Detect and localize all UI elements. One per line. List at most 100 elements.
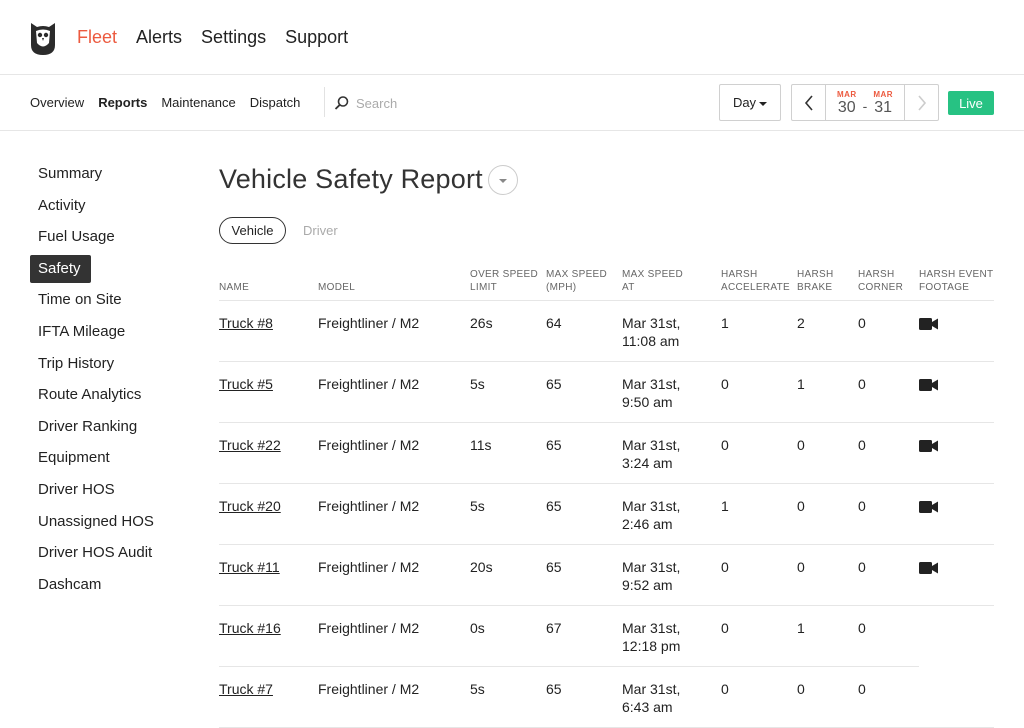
range-end-day: 31: [874, 98, 893, 116]
nav-support[interactable]: Support: [285, 26, 348, 48]
harsh-corner-value: 0: [858, 315, 866, 331]
harsh-corner-value: 0: [858, 620, 866, 636]
vehicle-name-link[interactable]: Truck #22: [219, 436, 281, 454]
vehicle-model: Freightliner / M2: [318, 376, 420, 392]
sidebar-item-trip-history[interactable]: Trip History: [30, 350, 190, 378]
over-speed-value: 5s: [470, 498, 485, 514]
table-body: Truck #8 Freightliner / M2 26s 64 Mar 31…: [219, 301, 994, 728]
table-row: Truck #7 Freightliner / M2 5s 65 Mar 31s…: [219, 667, 994, 728]
vehicle-model: Freightliner / M2: [318, 559, 420, 575]
header-max-speed[interactable]: MAX SPEED (MPH): [546, 268, 612, 294]
report-switcher-button[interactable]: [488, 165, 518, 195]
header-harsh-corner[interactable]: HARSH CORNER: [858, 268, 908, 294]
harsh-brake-value: 0: [797, 681, 805, 697]
harsh-accelerate-value: 0: [721, 681, 729, 697]
max-speed-value: 67: [546, 620, 562, 636]
vehicle-name-link[interactable]: Truck #8: [219, 314, 273, 332]
harsh-accelerate-value: 0: [721, 376, 729, 392]
table-row: Truck #11 Freightliner / M2 20s 65 Mar 3…: [219, 545, 994, 606]
over-speed-value: 11s: [470, 437, 492, 453]
sidebar-item-safety[interactable]: Safety: [30, 254, 91, 283]
prev-date-button[interactable]: [792, 85, 826, 120]
caret-down-icon: [499, 178, 507, 183]
max-speed-at-value: Mar 31st, 9:52 am: [622, 559, 681, 593]
sidebar-item-summary[interactable]: Summary: [30, 160, 190, 188]
range-end-month: MAR: [873, 89, 894, 99]
sidebar-item-driver-hos[interactable]: Driver HOS: [30, 476, 190, 504]
harsh-accelerate-value: 0: [721, 437, 729, 453]
max-speed-at-value: Mar 31st, 11:08 am: [622, 315, 681, 349]
next-date-button[interactable]: [904, 85, 938, 120]
range-start[interactable]: MAR 30: [837, 90, 857, 116]
nav-settings[interactable]: Settings: [201, 26, 266, 48]
table-row: Truck #5 Freightliner / M2 5s 65 Mar 31s…: [219, 362, 994, 423]
header-harsh-accelerate[interactable]: HARSH ACCELERATE: [721, 268, 793, 294]
video-camera-icon[interactable]: [919, 440, 938, 452]
harsh-brake-value: 2: [797, 315, 805, 331]
search-icon: [334, 96, 349, 110]
sidebar-item-unassigned-hos[interactable]: Unassigned HOS: [30, 508, 190, 536]
vehicle-model: Freightliner / M2: [318, 498, 420, 514]
harsh-brake-value: 0: [797, 498, 805, 514]
subnav-overview[interactable]: Overview: [30, 95, 84, 111]
sidebar-item-driver-ranking[interactable]: Driver Ranking: [30, 413, 190, 441]
range-separator: -: [862, 97, 868, 114]
max-speed-value: 65: [546, 376, 562, 392]
vehicle-name-link[interactable]: Truck #20: [219, 497, 281, 515]
date-range: MAR 30 - MAR 31: [826, 85, 904, 120]
caret-down-icon: [759, 101, 768, 106]
subnav-dispatch[interactable]: Dispatch: [250, 95, 301, 111]
sidebar-item-equipment[interactable]: Equipment: [30, 444, 190, 472]
table-row: Truck #22 Freightliner / M2 11s 65 Mar 3…: [219, 423, 994, 484]
header-harsh-brake[interactable]: HARSH BRAKE: [797, 268, 847, 294]
video-camera-icon[interactable]: [919, 501, 938, 513]
sidebar-item-driver-hos-audit[interactable]: Driver HOS Audit: [30, 539, 190, 567]
sidebar-item-activity[interactable]: Activity: [30, 192, 190, 220]
sidebar-item-ifta-mileage[interactable]: IFTA Mileage: [30, 318, 190, 346]
vehicle-name-link[interactable]: Truck #5: [219, 375, 273, 393]
sidebar-item-route-analytics[interactable]: Route Analytics: [30, 381, 190, 409]
search-input[interactable]: [356, 92, 656, 114]
video-camera-icon[interactable]: [919, 318, 938, 330]
owl-logo-icon[interactable]: [29, 19, 57, 56]
harsh-brake-value: 0: [797, 559, 805, 575]
video-camera-icon[interactable]: [919, 379, 938, 391]
table-header: NAME MODEL OVER SPEED LIMIT MAX SPEED (M…: [219, 266, 994, 301]
vehicle-model: Freightliner / M2: [318, 437, 420, 453]
period-select[interactable]: Day: [719, 84, 781, 121]
harsh-corner-value: 0: [858, 437, 866, 453]
date-range-picker: MAR 30 - MAR 31: [791, 84, 939, 121]
sidebar-item-time-on-site[interactable]: Time on Site: [30, 286, 190, 314]
over-speed-value: 5s: [470, 681, 485, 697]
subnav-reports[interactable]: Reports: [98, 95, 147, 111]
range-start-day: 30: [837, 98, 856, 116]
video-camera-icon[interactable]: [919, 562, 938, 574]
harsh-brake-value: 1: [797, 376, 805, 392]
vehicle-name-link[interactable]: Truck #7: [219, 680, 273, 698]
max-speed-at-value: Mar 31st, 9:50 am: [622, 376, 681, 410]
sidebar-item-fuel-usage[interactable]: Fuel Usage: [30, 223, 190, 251]
harsh-accelerate-value: 0: [721, 620, 729, 636]
live-button[interactable]: Live: [948, 91, 994, 115]
driver-toggle[interactable]: Driver: [303, 217, 338, 244]
vehicle-name-link[interactable]: Truck #11: [219, 558, 280, 576]
range-end[interactable]: MAR 31: [873, 90, 893, 116]
nav-alerts[interactable]: Alerts: [136, 26, 182, 48]
harsh-accelerate-value: 1: [721, 498, 729, 514]
vehicle-toggle[interactable]: Vehicle: [219, 217, 286, 244]
over-speed-value: 26s: [470, 315, 493, 331]
header-model[interactable]: MODEL: [318, 281, 438, 294]
subnav-maintenance[interactable]: Maintenance: [161, 95, 235, 111]
sidebar-item-dashcam[interactable]: Dashcam: [30, 571, 190, 599]
vehicle-model: Freightliner / M2: [318, 681, 420, 697]
vehicle-name-link[interactable]: Truck #16: [219, 619, 281, 637]
header-footage[interactable]: HARSH EVENT FOOTAGE: [919, 268, 995, 294]
nav-fleet[interactable]: Fleet: [77, 26, 117, 48]
harsh-corner-value: 0: [858, 559, 866, 575]
header-name[interactable]: NAME: [219, 281, 299, 294]
header-max-speed-at[interactable]: MAX SPEED AT: [622, 268, 692, 294]
vehicle-model: Freightliner / M2: [318, 315, 420, 331]
max-speed-at-value: Mar 31st, 12:18 pm: [622, 620, 681, 654]
max-speed-value: 65: [546, 498, 562, 514]
header-over-speed[interactable]: OVER SPEED LIMIT: [470, 268, 542, 294]
